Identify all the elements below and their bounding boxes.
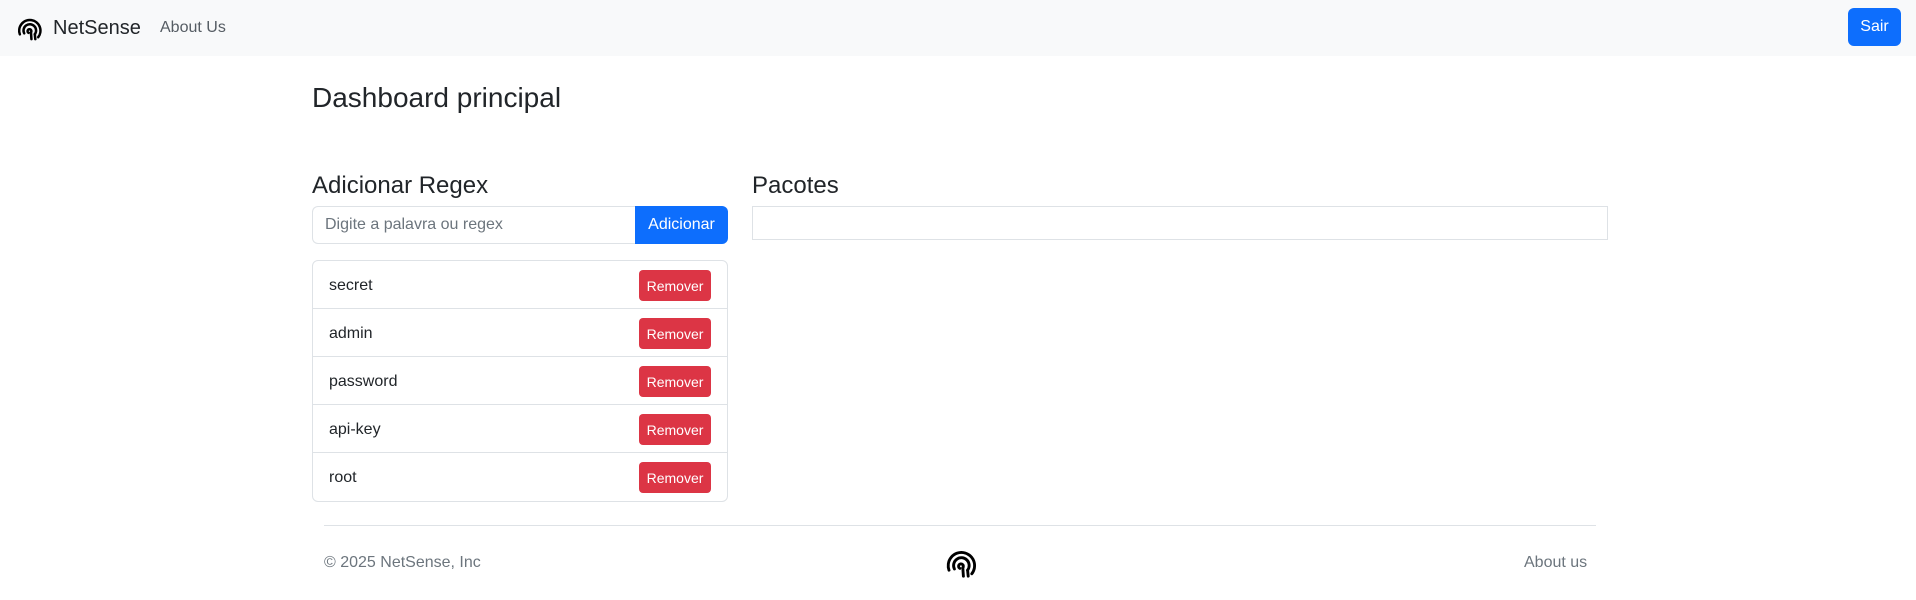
packets-heading: Pacotes: [752, 172, 839, 199]
remove-button[interactable]: Remover: [639, 270, 711, 301]
add-regex-button[interactable]: Adicionar: [635, 206, 728, 244]
regex-input[interactable]: [312, 206, 636, 244]
remove-button[interactable]: Remover: [639, 366, 711, 397]
remove-button[interactable]: Remover: [639, 414, 711, 445]
regex-list: secret Remover admin Remover password Re…: [312, 260, 728, 502]
remove-button[interactable]: Remover: [639, 318, 711, 349]
list-item: api-key Remover: [313, 405, 727, 453]
remove-button[interactable]: Remover: [639, 462, 711, 493]
list-item: secret Remover: [313, 261, 727, 309]
footer-copyright: © 2025 NetSense, Inc: [324, 554, 481, 571]
fingerprint-icon[interactable]: [943, 545, 979, 581]
regex-item-text: secret: [329, 277, 373, 294]
regex-item-text: admin: [329, 325, 373, 342]
footer-about-link[interactable]: About us: [1524, 553, 1587, 573]
nav-about-link[interactable]: About Us: [160, 18, 226, 38]
top-navbar: NetSense About Us Sair: [0, 0, 1916, 56]
list-item: password Remover: [313, 357, 727, 405]
regex-item-text: root: [329, 469, 357, 486]
regex-item-text: password: [329, 373, 398, 390]
packets-list[interactable]: [752, 206, 1608, 240]
footer-divider: [324, 525, 1596, 526]
regex-heading: Adicionar Regex: [312, 172, 489, 199]
list-item: admin Remover: [313, 309, 727, 357]
page-title: Dashboard principal: [312, 82, 562, 113]
brand-name[interactable]: NetSense: [53, 15, 141, 41]
list-item: root Remover: [313, 453, 727, 501]
regex-item-text: api-key: [329, 421, 381, 438]
fingerprint-icon[interactable]: [15, 14, 44, 43]
logout-button[interactable]: Sair: [1848, 8, 1901, 46]
